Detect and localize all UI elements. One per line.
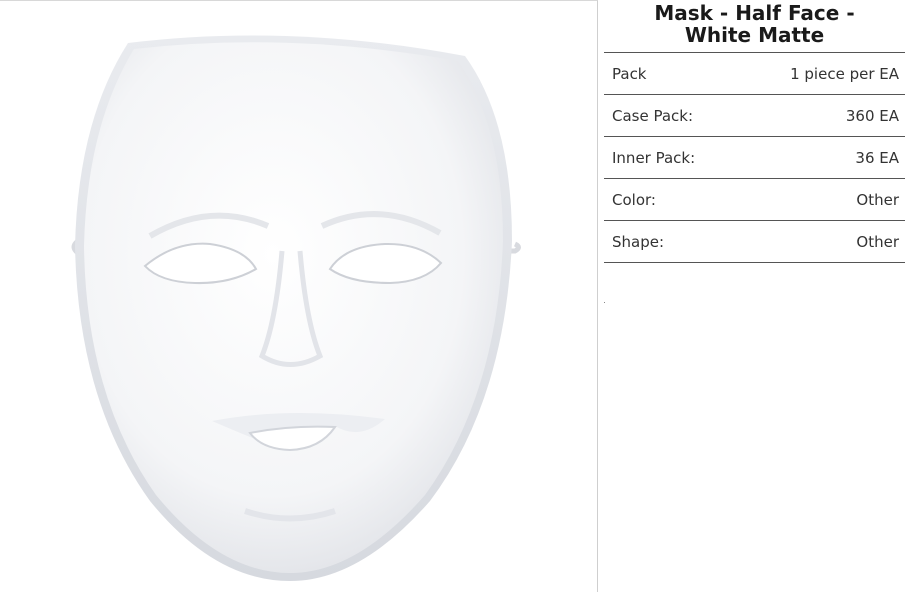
- spec-value: Other: [856, 232, 899, 251]
- spec-value: Other: [856, 190, 899, 209]
- spec-table: Pack 1 piece per EA Case Pack: 360 EA In…: [604, 52, 905, 263]
- table-row: Shape: Other: [604, 221, 905, 263]
- product-title-line1: Mask - Half Face -: [654, 1, 855, 25]
- spec-label: Shape:: [612, 232, 665, 251]
- product-image-mask: [71, 35, 521, 582]
- table-row: Case Pack: 360 EA: [604, 95, 905, 137]
- table-row: Color: Other: [604, 179, 905, 221]
- product-title: Mask - Half Face - White Matte: [604, 0, 905, 52]
- product-page: Mask - Half Face - White Matte Pack 1 pi…: [0, 0, 921, 592]
- spec-label: Inner Pack:: [612, 148, 696, 167]
- spec-label: Pack: [612, 64, 647, 83]
- product-image-panel: [0, 0, 598, 592]
- table-row: Pack 1 piece per EA: [604, 53, 905, 95]
- spec-label: Case Pack:: [612, 106, 694, 125]
- spec-label: Color:: [612, 190, 656, 209]
- table-row: Inner Pack: 36 EA: [604, 137, 905, 179]
- decorative-dot: [604, 302, 605, 303]
- spec-value: 36 EA: [855, 148, 899, 167]
- spec-value: 1 piece per EA: [790, 64, 899, 83]
- product-title-line2: White Matte: [684, 23, 825, 47]
- product-info-panel: Mask - Half Face - White Matte Pack 1 pi…: [604, 0, 905, 592]
- spec-value: 360 EA: [845, 106, 899, 125]
